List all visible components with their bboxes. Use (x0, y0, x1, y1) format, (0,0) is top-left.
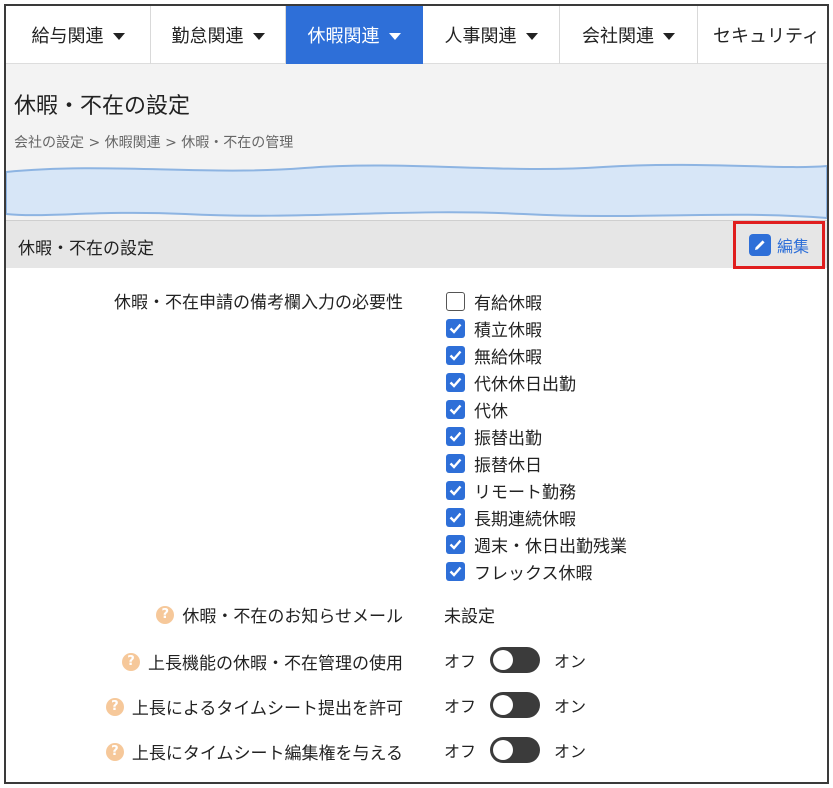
checkbox-row[interactable]: フレックス休暇 (446, 558, 627, 585)
toggle-on-label: オン (554, 652, 587, 671)
toggle-knob (493, 650, 514, 670)
nav-item-company[interactable]: 会社関連 (560, 6, 698, 64)
manager-leave-label: ? 上長機能の休暇・不在管理の使用 (122, 649, 403, 674)
checkbox-checked-icon[interactable] (446, 346, 465, 365)
nav-item-label: 休暇関連 (307, 26, 380, 47)
leave-type-checklist: 有給休暇 積立休暇 無給休暇 代休休日出勤 代休 振替出勤 振替休日 リモート勤… (446, 288, 627, 585)
manager-edit-toggle[interactable] (490, 737, 541, 763)
help-icon[interactable]: ? (105, 742, 124, 761)
torn-edge-divider (6, 163, 827, 220)
toggle-on-label: オン (554, 697, 587, 716)
manager-submit-label: ? 上長によるタイムシート提出を許可 (105, 694, 403, 719)
checkbox-label: 代休休日出勤 (474, 375, 576, 395)
checkbox-label: 代休 (474, 402, 508, 422)
checkbox-row[interactable]: 代休休日出勤 (446, 369, 627, 396)
nav-item-hr[interactable]: 人事関連 (423, 6, 560, 64)
help-icon[interactable]: ? (156, 605, 175, 624)
checkbox-label: 積立休暇 (474, 321, 542, 341)
toggle-on-label: オン (554, 742, 587, 761)
manager-submit-toggle[interactable] (490, 692, 541, 718)
checkbox-checked-icon[interactable] (446, 562, 465, 581)
top-nav: 給与関連 勤怠関連 休暇関連 人事関連 会社関連 セキュリティ (6, 6, 827, 64)
edit-button[interactable]: 編集 (733, 221, 825, 269)
toggle-knob (493, 695, 514, 715)
nav-item-label: セキュリティ (713, 26, 820, 47)
page-header: 休暇・不在の設定 会社の設定 > 休暇関連 > 休暇・不在の管理 (6, 64, 827, 224)
caret-down-icon (252, 33, 265, 40)
checkbox-checked-icon[interactable] (446, 319, 465, 338)
checkbox-label: 振替出勤 (474, 429, 542, 449)
help-icon[interactable]: ? (122, 652, 140, 671)
checkbox-label: 振替休日 (474, 456, 542, 476)
nav-item-payroll[interactable]: 給与関連 (6, 6, 151, 64)
checkbox-row[interactable]: 週末・休日出勤残業 (446, 531, 627, 558)
edit-label: 編集 (776, 237, 809, 256)
toggle-off-label: オフ (444, 652, 477, 671)
toggle-off-label: オフ (444, 742, 477, 761)
manager-leave-toggle[interactable] (490, 647, 541, 673)
page-title: 休暇・不在の設定 (14, 94, 191, 119)
caret-down-icon (388, 33, 401, 40)
nav-item-label: 給与関連 (31, 26, 104, 47)
checkbox-label: 無給休暇 (474, 348, 542, 368)
checkbox-label: 長期連続休暇 (474, 510, 576, 530)
checkbox-row[interactable]: 振替出勤 (446, 423, 627, 450)
nav-item-leave[interactable]: 休暇関連 (286, 6, 423, 64)
checkbox-checked-icon[interactable] (446, 454, 465, 473)
checkbox-checked-icon[interactable] (446, 373, 465, 392)
checkbox-row[interactable]: 有給休暇 (446, 288, 627, 315)
caret-down-icon (663, 33, 675, 40)
section-title: 休暇・不在の設定 (18, 239, 154, 259)
notify-mail-text: 休暇・不在のお知らせメール (182, 607, 403, 627)
app-frame: 給与関連 勤怠関連 休暇関連 人事関連 会社関連 セキュリティ 休暇・不在の設定… (4, 4, 829, 784)
checkbox-row[interactable]: 代休 (446, 396, 627, 423)
toggle-label-text: 上長機能の休暇・不在管理の使用 (148, 654, 403, 674)
pencil-icon (748, 234, 771, 256)
checkbox-row[interactable]: 無給休暇 (446, 342, 627, 369)
checkbox-checked-icon[interactable] (446, 535, 465, 554)
remarks-required-text: 休暇・不在申請の備考欄入力の必要性 (114, 293, 403, 313)
section-bar: 休暇・不在の設定 編集 (6, 220, 827, 269)
checkbox-row[interactable]: 積立休暇 (446, 315, 627, 342)
checkbox-unchecked-icon[interactable] (446, 292, 465, 311)
nav-item-label: 勤怠関連 (171, 26, 244, 47)
checkbox-checked-icon[interactable] (446, 508, 465, 527)
checkbox-row[interactable]: リモート勤務 (446, 477, 627, 504)
checkbox-checked-icon[interactable] (446, 400, 465, 419)
manager-edit-label: ? 上長にタイムシート編集権を与える (105, 739, 403, 764)
checkbox-row[interactable]: 長期連続休暇 (446, 504, 627, 531)
toggle-label-text: 上長にタイムシート編集権を与える (131, 744, 403, 764)
help-icon[interactable]: ? (105, 697, 124, 716)
remarks-required-label: 休暇・不在申請の備考欄入力の必要性 (114, 288, 403, 313)
toggle-knob (493, 740, 514, 760)
checkbox-label: リモート勤務 (474, 483, 576, 503)
manager-submit-toggle-row: オフ オン (444, 692, 586, 718)
nav-item-label: 人事関連 (444, 26, 517, 47)
manager-leave-toggle-row: オフ オン (444, 647, 586, 673)
checkbox-label: 有給休暇 (474, 294, 542, 314)
notify-mail-label: ? 休暇・不在のお知らせメール (156, 602, 403, 627)
nav-item-label: 会社関連 (582, 26, 654, 47)
caret-down-icon (112, 33, 125, 40)
checkbox-checked-icon[interactable] (446, 481, 465, 500)
manager-edit-toggle-row: オフ オン (444, 737, 586, 763)
checkbox-checked-icon[interactable] (446, 427, 465, 446)
checkbox-label: フレックス休暇 (474, 564, 593, 584)
nav-item-attendance[interactable]: 勤怠関連 (151, 6, 286, 64)
notify-mail-value: 未設定 (444, 607, 495, 627)
caret-down-icon (525, 33, 538, 40)
toggle-label-text: 上長によるタイムシート提出を許可 (131, 699, 403, 719)
breadcrumb: 会社の設定 > 休暇関連 > 休暇・不在の管理 (14, 135, 294, 151)
checkbox-row[interactable]: 振替休日 (446, 450, 627, 477)
checkbox-label: 週末・休日出勤残業 (474, 537, 627, 557)
toggle-off-label: オフ (444, 697, 477, 716)
nav-item-security[interactable]: セキュリティ (698, 6, 827, 64)
